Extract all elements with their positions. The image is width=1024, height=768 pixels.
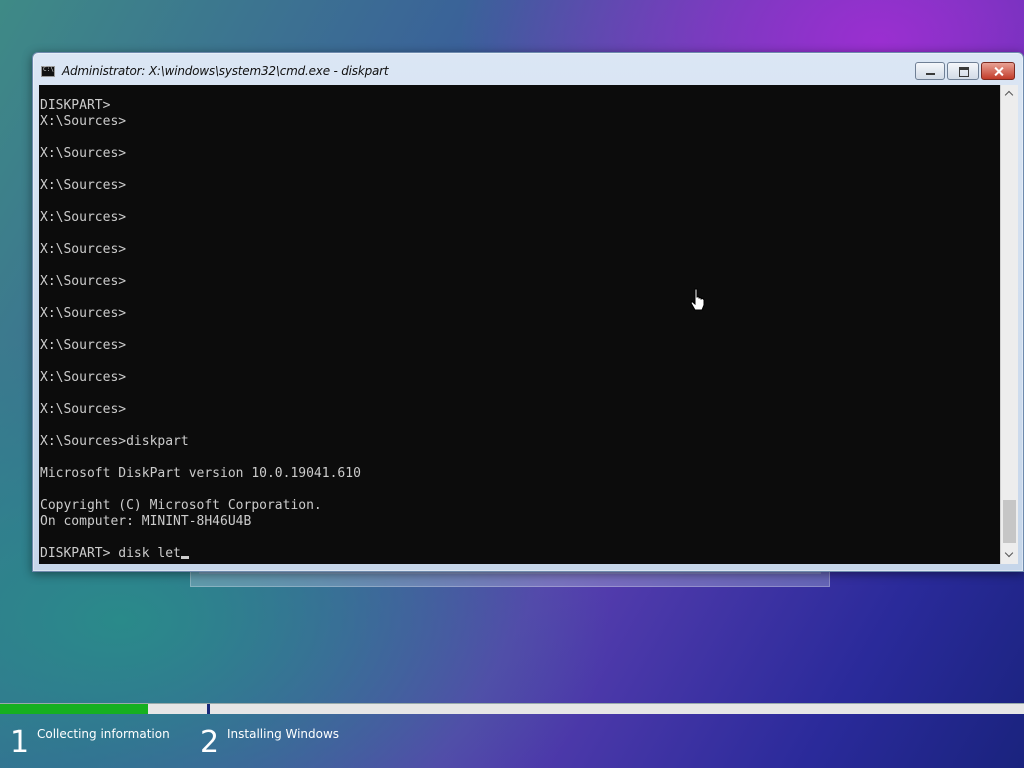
setup-progress-bar	[0, 703, 1024, 714]
scroll-up-arrow-icon[interactable]	[1001, 85, 1018, 102]
command-input[interactable]: DISKPART> disk let	[40, 546, 181, 561]
console-line: DISKPART>	[40, 98, 111, 113]
console-line: X:\Sources>	[40, 338, 127, 353]
scrollbar-thumb[interactable]	[1003, 500, 1016, 543]
console-line: Microsoft DiskPart version 10.0.19041.61…	[40, 466, 361, 481]
console-line: X:\Sources>	[40, 274, 127, 289]
vertical-scrollbar[interactable]	[1000, 85, 1018, 564]
console-line: X:\Sources>	[40, 210, 127, 225]
maximize-button[interactable]	[947, 62, 979, 80]
scroll-down-arrow-icon[interactable]	[1001, 547, 1018, 564]
title-bar[interactable]: Administrator: X:\windows\system32\cmd.e…	[33, 53, 1023, 85]
console-line: X:\Sources>	[40, 242, 127, 257]
minimize-button[interactable]	[915, 62, 945, 80]
close-button[interactable]	[981, 62, 1015, 80]
console-line: On computer: MININT-8H46U4B	[40, 514, 252, 529]
console-line: Copyright (C) Microsoft Corporation.	[40, 498, 322, 513]
console-line: X:\Sources>	[40, 402, 127, 417]
console-line: X:\Sources>	[40, 146, 127, 161]
text-cursor	[180, 556, 189, 559]
progress-fill	[0, 704, 148, 714]
cmd-icon	[41, 66, 55, 77]
step-label: Collecting information	[37, 727, 170, 741]
step-number: 1	[10, 725, 30, 760]
hand-pointer-icon	[690, 288, 705, 311]
console-line: X:\Sources>	[40, 178, 127, 193]
cmd-window[interactable]: Administrator: X:\windows\system32\cmd.e…	[32, 52, 1024, 572]
console-output[interactable]: DISKPART> X:\Sources> X:\Sources> X:\Source…	[39, 85, 1000, 564]
console-line: X:\Sources>diskpart	[40, 434, 189, 449]
window-title: Administrator: X:\windows\system32\cmd.e…	[62, 64, 389, 78]
step-label: Installing Windows	[227, 727, 340, 741]
console-line: X:\Sources>	[40, 114, 127, 129]
console-line: X:\Sources>	[40, 306, 127, 321]
console-input-line[interactable]: DISKPART> disk let	[40, 546, 361, 562]
console-line: X:\Sources>	[40, 370, 127, 385]
progress-divider	[207, 704, 210, 714]
step-number: 2	[200, 725, 220, 760]
